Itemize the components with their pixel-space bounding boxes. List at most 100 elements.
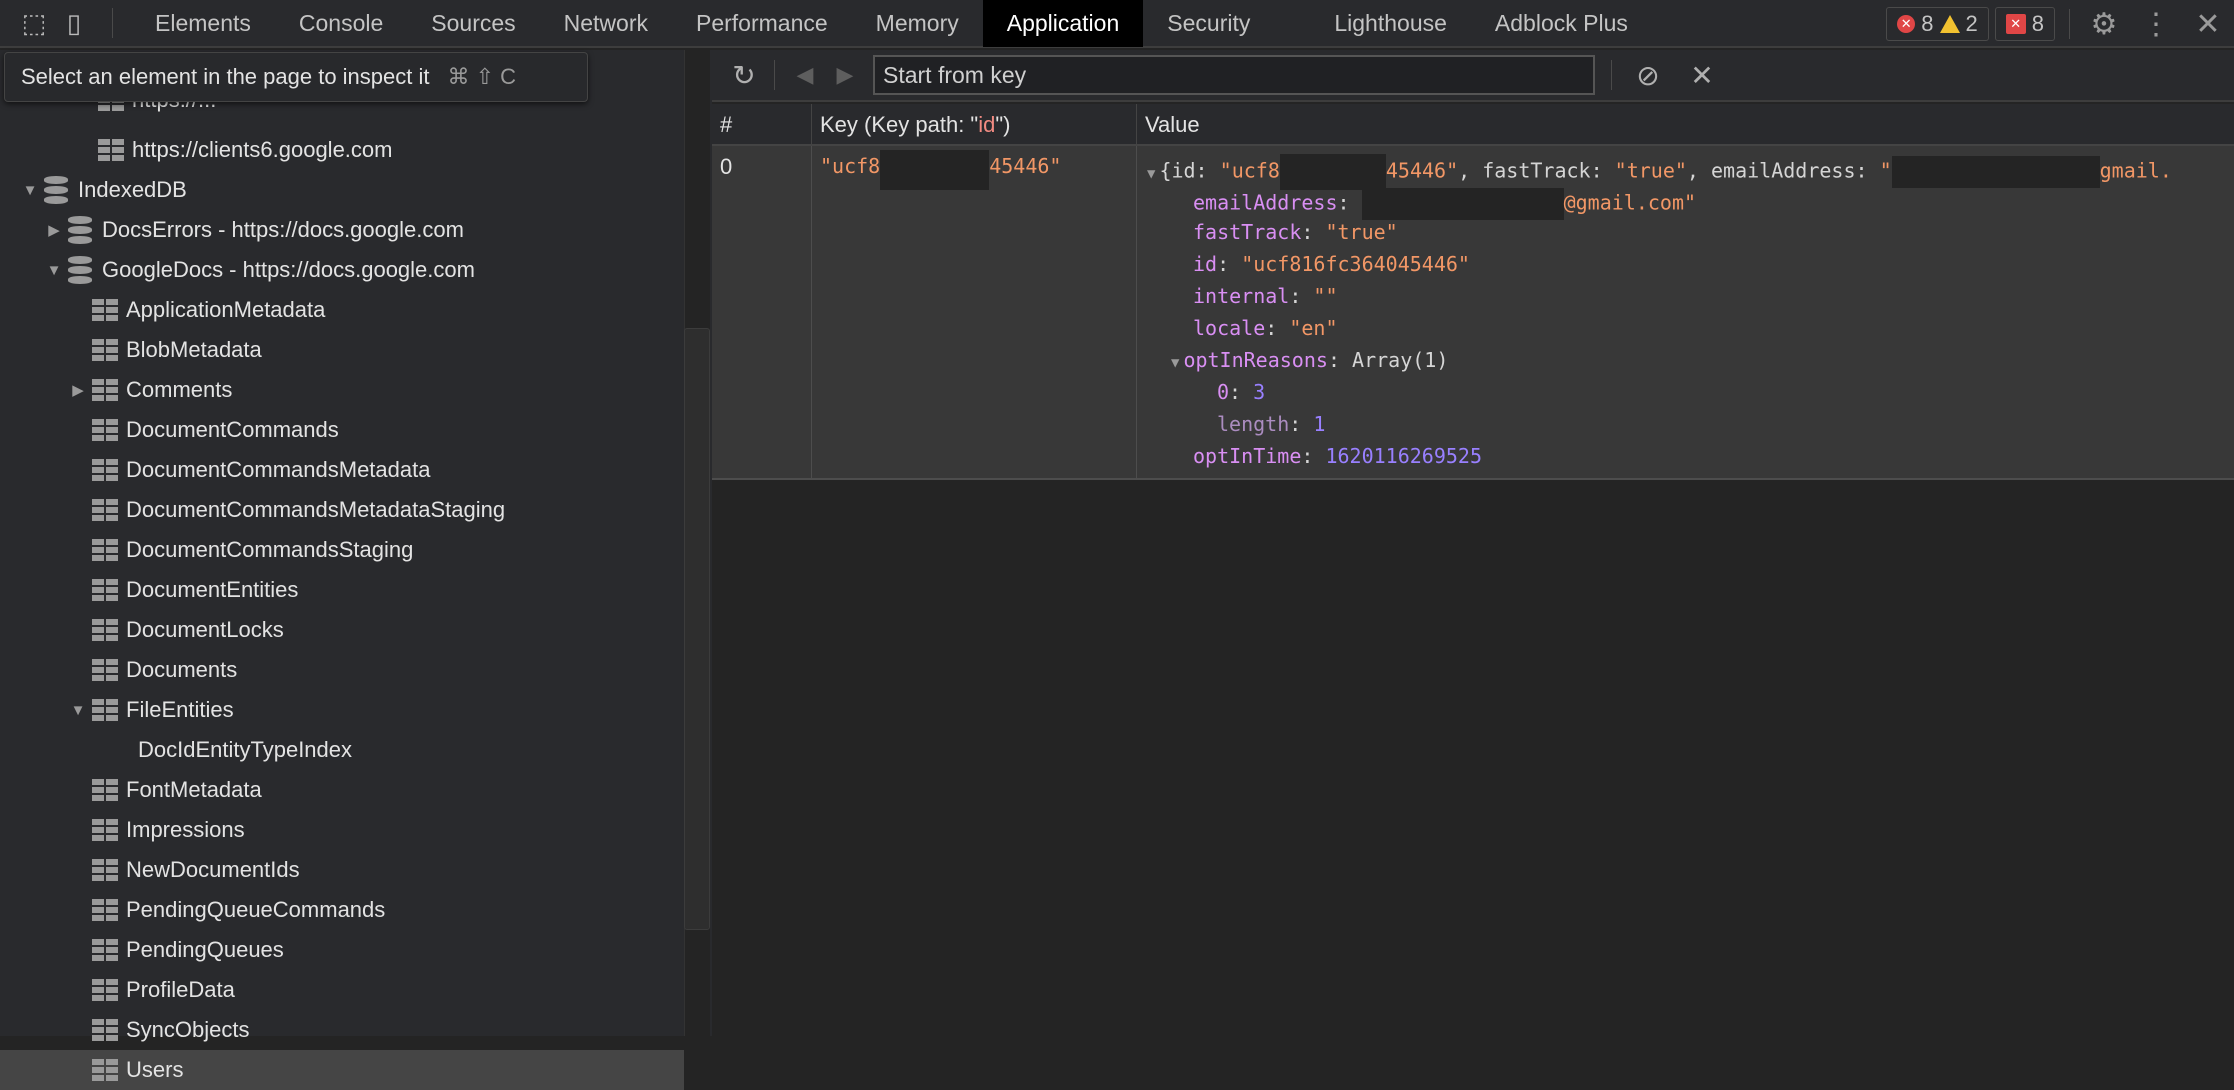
prop-locale: locale: "en": [1193, 316, 1338, 340]
redaction: [1891, 156, 2100, 188]
tab-console[interactable]: Console: [275, 0, 407, 47]
device-toolbar-icon[interactable]: ▯: [54, 0, 94, 47]
error-count: 8: [1921, 11, 1934, 36]
inspect-element-icon[interactable]: ⬚: [14, 0, 54, 47]
object-store-blobmetadata[interactable]: BlobMetadata: [0, 330, 684, 370]
divider: [112, 8, 113, 38]
more-menu-icon[interactable]: ⋮: [2130, 7, 2182, 42]
database-docserrors[interactable]: ▶ DocsErrors - https://docs.google.com: [0, 210, 684, 250]
tree-item-label: FileEntities: [126, 697, 234, 722]
object-store-documententities[interactable]: DocumentEntities: [0, 570, 684, 610]
summary-email-end: gmail.: [2099, 158, 2172, 183]
tree-item-label: GoogleDocs - https://docs.google.com: [102, 257, 475, 282]
prop-index-0: 0: 3: [1217, 380, 1266, 404]
key-header-suffix: "): [995, 112, 1011, 137]
table-icon: [92, 459, 118, 481]
expand-triangle-icon[interactable]: ▼: [1171, 355, 1179, 371]
prop-key: emailAddress: [1193, 190, 1338, 215]
issues-count: 8: [2031, 11, 2044, 36]
prop-key: id: [1193, 252, 1218, 276]
object-store-users[interactable]: Users: [0, 1050, 684, 1090]
console-counts-button[interactable]: ✕ 8 2: [1886, 7, 1989, 41]
divider: [2069, 9, 2070, 39]
tab-memory[interactable]: Memory: [852, 0, 983, 47]
tree-item[interactable]: https://clients6.google.com: [0, 130, 684, 170]
tab-security[interactable]: Security: [1143, 0, 1310, 47]
tab-elements[interactable]: Elements: [131, 0, 275, 47]
gear-icon[interactable]: ⚙: [2078, 7, 2130, 42]
tab-application[interactable]: Application: [982, 0, 1144, 47]
object-store-fileentities[interactable]: ▼ FileEntities: [0, 690, 684, 730]
object-store-syncobjects[interactable]: SyncObjects: [0, 1010, 684, 1050]
prop-optinreasons[interactable]: ▼ optInReasons: Array(1): [1171, 348, 1448, 372]
object-store-documentcommands[interactable]: DocumentCommands: [0, 410, 684, 450]
table-icon: [92, 619, 118, 641]
expand-triangle-icon[interactable]: ▶: [68, 381, 88, 399]
tree-item-label: DocumentEntities: [126, 577, 299, 602]
clear-object-store-icon[interactable]: ⊘: [1628, 59, 1668, 92]
devtools-tab-bar: ⬚ ▯ Elements Console Sources Network Per…: [0, 0, 2234, 48]
prop-key: optInTime: [1193, 444, 1302, 468]
object-store-impressions[interactable]: Impressions: [0, 810, 684, 850]
table-icon: [98, 139, 124, 161]
object-store-documentcommandsstaging[interactable]: DocumentCommandsStaging: [0, 530, 684, 570]
object-store-documentcommandsmetadata[interactable]: DocumentCommandsMetadata: [0, 450, 684, 490]
object-store-profiledata[interactable]: ProfileData: [0, 970, 684, 1010]
object-store-fontmetadata[interactable]: FontMetadata: [0, 770, 684, 810]
object-store-newdocumentids[interactable]: NewDocumentIds: [0, 850, 684, 890]
refresh-icon[interactable]: ↻: [724, 59, 764, 92]
expand-triangle-icon[interactable]: ▶: [44, 221, 64, 239]
summary-id-start: "ucf8: [1219, 158, 1280, 183]
table-icon: [92, 379, 118, 401]
expand-triangle-icon[interactable]: ▼: [1147, 166, 1155, 182]
header-index: #: [712, 104, 812, 146]
collapse-triangle-icon[interactable]: ▼: [20, 182, 40, 199]
tab-performance[interactable]: Performance: [672, 0, 852, 47]
tab-sources[interactable]: Sources: [407, 0, 539, 47]
database-googledocs[interactable]: ▼ GoogleDocs - https://docs.google.com: [0, 250, 684, 290]
tree-item-label: DocumentCommandsStaging: [126, 537, 414, 562]
tab-adblock-plus[interactable]: Adblock Plus: [1471, 0, 1652, 47]
collapse-triangle-icon[interactable]: ▼: [68, 702, 88, 719]
start-from-key-input[interactable]: Start from key: [873, 55, 1595, 95]
tree-item-label: NewDocumentIds: [126, 857, 300, 882]
summary-fasttrack: "true": [1614, 158, 1687, 183]
error-icon: ✕: [1897, 15, 1916, 33]
tree-item-label: IndexedDB: [78, 177, 187, 202]
object-store-applicationmetadata[interactable]: ApplicationMetadata: [0, 290, 684, 330]
table-icon: [92, 1019, 118, 1041]
table-icon: [92, 659, 118, 681]
table-icon: [92, 819, 118, 841]
sidebar-scrollbar-thumb[interactable]: [684, 328, 710, 930]
row-key[interactable]: "ucf8 45446": [812, 146, 1137, 480]
row-value[interactable]: ▼ {id: "ucf8 45446", fastTrack: "true", em…: [1137, 146, 2234, 480]
tooltip-shortcut: ⌘ ⇧ C: [447, 64, 517, 89]
object-store-documentlocks[interactable]: DocumentLocks: [0, 610, 684, 650]
prop-fasttrack: fastTrack: "true": [1193, 220, 1398, 244]
previous-page-icon[interactable]: ◀: [785, 62, 825, 88]
delete-selected-icon[interactable]: ✕: [1682, 59, 1722, 92]
collapse-triangle-icon[interactable]: ▼: [44, 262, 64, 279]
object-store-pendingqueues[interactable]: PendingQueues: [0, 930, 684, 970]
indexeddb-toolbar: ↻ ◀ ▶ Start from key ⊘ ✕: [712, 50, 2234, 102]
tab-network[interactable]: Network: [540, 0, 672, 47]
prop-value: "true": [1325, 220, 1398, 244]
object-store-pendingqueuecommands[interactable]: PendingQueueCommands: [0, 890, 684, 930]
warning-icon: [1939, 15, 1960, 33]
issues-button[interactable]: ✕ 8: [1994, 7, 2055, 41]
tree-item-label: DocumentCommands: [126, 417, 339, 442]
indexeddb[interactable]: ▼ IndexedDB: [0, 170, 684, 210]
object-store-comments[interactable]: ▶ Comments: [0, 370, 684, 410]
object-store-documentcommandsmetadatastaging[interactable]: DocumentCommandsMetadataStaging: [0, 490, 684, 530]
prop-value: "en": [1289, 316, 1338, 340]
next-page-icon[interactable]: ▶: [825, 62, 865, 88]
index-docidentitytypeindex[interactable]: DocIdEntityTypeIndex: [0, 730, 684, 770]
table-icon: [92, 859, 118, 881]
tab-lighthouse[interactable]: Lighthouse: [1310, 0, 1471, 47]
header-key: Key (Key path: "id"): [812, 104, 1137, 146]
value-summary[interactable]: ▼ {id: "ucf8 45446", fastTrack: "true", em…: [1147, 154, 2172, 190]
tree-item-label: ProfileData: [126, 977, 235, 1002]
row-index[interactable]: 0: [712, 146, 812, 480]
close-icon[interactable]: ✕: [2182, 7, 2234, 42]
object-store-documents[interactable]: Documents: [0, 650, 684, 690]
